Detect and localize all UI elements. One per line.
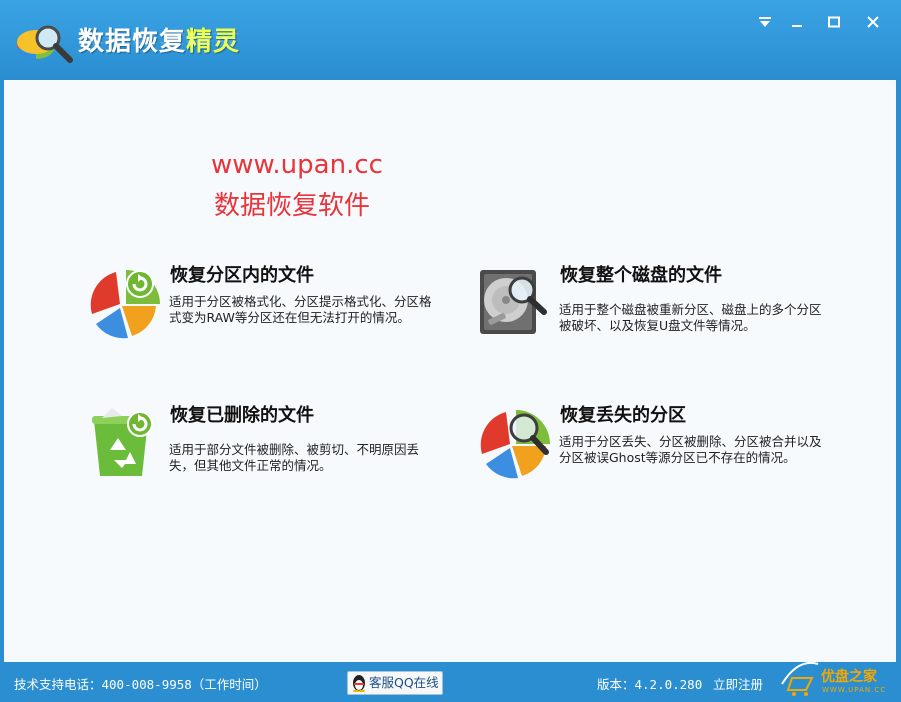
menu-dropdown-icon bbox=[759, 17, 771, 27]
qq-penguin-icon bbox=[353, 675, 365, 692]
close-icon bbox=[867, 16, 879, 28]
title-bar: 数据恢复精灵 数据恢复精灵 bbox=[0, 0, 901, 80]
card-title: 恢复已删除的文件 bbox=[170, 405, 314, 426]
card-description: 适用于部分文件被删除、被剪切、不明原因丢失，但其他文件正常的情况。 bbox=[169, 442, 420, 473]
close-button[interactable] bbox=[862, 12, 884, 32]
promo-subtitle: 数据恢复软件 bbox=[214, 191, 371, 221]
minimize-button[interactable] bbox=[786, 12, 808, 32]
app-title-reflection: 数据恢复精灵 bbox=[78, 30, 241, 47]
menu-dropdown-button[interactable] bbox=[754, 12, 776, 32]
register-link[interactable]: 立即注册 bbox=[713, 674, 763, 693]
card-title: 恢复整个磁盘的文件 bbox=[560, 265, 722, 286]
minimize-icon bbox=[792, 25, 802, 27]
watermark-url: WWW.UPAN.CC bbox=[822, 686, 887, 694]
card-recover-disk-files[interactable]: 恢复整个磁盘的文件 适用于整个磁盘被重新分区、磁盘上的多个分区被破坏、以及恢复U… bbox=[478, 265, 828, 346]
version-label: 版本：4.2.0.280 bbox=[597, 677, 703, 692]
app-logo-icon bbox=[17, 25, 73, 63]
app-window: 数据恢复精灵 数据恢复精灵 www.upan.cc 数据恢复软件 恢复分区内的文… bbox=[0, 0, 901, 702]
card-description: 适用于整个磁盘被重新分区、磁盘上的多个分区被破坏、以及恢复U盘文件等情况。 bbox=[559, 302, 822, 333]
hard-disk-magnifier-icon bbox=[480, 270, 547, 334]
support-phone: 技术支持电话：400-008-9958（工作时间） bbox=[14, 677, 267, 692]
card-recover-lost-partition[interactable]: 恢复丢失的分区 适用于分区丢失、分区被删除、分区被合并以及分区被误Ghost等源… bbox=[478, 405, 828, 486]
watermark-title: 优盘之家 bbox=[821, 669, 877, 685]
pie-refresh-icon bbox=[90, 270, 160, 339]
card-title: 恢复分区内的文件 bbox=[170, 265, 314, 286]
card-description: 适用于分区被格式化、分区提示格式化、分区格式变为RAW等分区还在但无法打开的情况… bbox=[169, 294, 432, 325]
status-bar: 技术支持电话：400-008-9958（工作时间） 客服QQ在线 版本：4.2.… bbox=[0, 662, 901, 702]
card-recover-deleted-files[interactable]: 恢复已删除的文件 适用于部分文件被删除、被剪切、不明原因丢失，但其他文件正常的情… bbox=[88, 405, 433, 486]
pie-magnifier-icon bbox=[480, 410, 550, 479]
recycle-bin-icon bbox=[92, 408, 153, 476]
main-content: www.upan.cc 数据恢复软件 恢复分区内的文件 适用于分区被格式化、分区… bbox=[4, 80, 896, 662]
qq-support-button[interactable]: 客服QQ在线 bbox=[347, 671, 443, 695]
card-description: 适用于分区丢失、分区被删除、分区被合并以及分区被误Ghost等源分区已不存在的情… bbox=[559, 434, 822, 465]
qq-support-label: 客服QQ在线 bbox=[369, 675, 439, 690]
card-recover-partition-files[interactable]: 恢复分区内的文件 适用于分区被格式化、分区提示格式化、分区格式变为RAW等分区还… bbox=[88, 265, 433, 346]
card-title: 恢复丢失的分区 bbox=[560, 405, 686, 426]
promo-url: www.upan.cc bbox=[211, 150, 383, 180]
maximize-button[interactable] bbox=[823, 12, 845, 32]
maximize-icon bbox=[828, 16, 840, 28]
